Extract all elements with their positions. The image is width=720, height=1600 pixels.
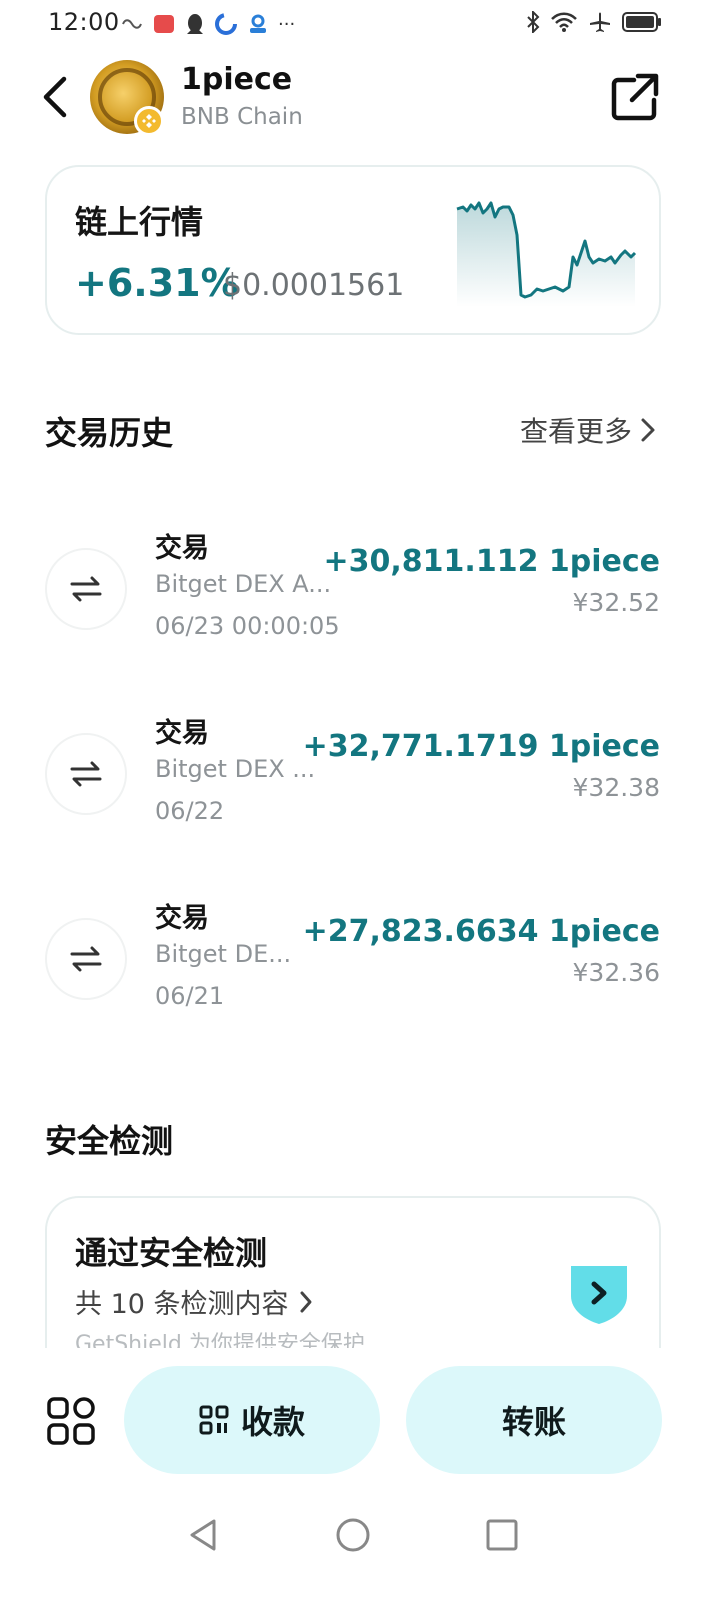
nav-recents-button[interactable] bbox=[477, 1510, 527, 1560]
token-price: $0.0001561 bbox=[223, 268, 405, 303]
back-button[interactable] bbox=[34, 74, 74, 120]
tx-amount: +30,811.112 1piece bbox=[323, 544, 660, 579]
receive-label: 收款 bbox=[240, 1403, 305, 1441]
app-badge-icon bbox=[154, 15, 174, 33]
tx-type: 交易 bbox=[155, 903, 209, 934]
chevron-left-icon bbox=[43, 76, 67, 118]
tx-amount: +32,771.1719 1piece bbox=[302, 729, 660, 764]
apps-grid-icon bbox=[47, 1397, 95, 1445]
see-more-link[interactable]: 查看更多 bbox=[520, 410, 656, 450]
more-icon: ··· bbox=[278, 13, 296, 35]
transaction-row[interactable]: 交易 Bitget DEX ... 06/22 +32,771.1719 1pi… bbox=[0, 718, 720, 865]
tx-fiat-value: ¥32.36 bbox=[572, 958, 660, 987]
receive-button[interactable]: 收款 bbox=[124, 1366, 380, 1474]
link-icon bbox=[122, 19, 142, 29]
wifi-icon bbox=[551, 12, 577, 32]
system-nav-bar bbox=[0, 1490, 720, 1600]
chevron-right-icon bbox=[300, 1291, 312, 1312]
security-provider-note: GetShield 为你提供安全保护 bbox=[75, 1332, 365, 1348]
tx-type: 交易 bbox=[155, 533, 209, 564]
market-title: 链上行情 bbox=[75, 203, 204, 241]
status-bar: 12:00 ··· bbox=[0, 0, 720, 46]
battery-icon bbox=[622, 12, 661, 32]
swap-icon bbox=[45, 918, 127, 1000]
security-card[interactable]: 通过安全检测 共 10 条检测内容 GetShield 为你提供安全保护 bbox=[45, 1196, 661, 1348]
notification-icons: ··· bbox=[120, 12, 295, 36]
transaction-row[interactable]: 交易 Bitget DEX A... 06/23 00:00:05 +30,81… bbox=[0, 533, 720, 680]
token-name: 1piece bbox=[181, 62, 293, 97]
apps-button[interactable] bbox=[46, 1396, 96, 1446]
tx-date: 06/22 bbox=[155, 797, 225, 825]
swap-icon bbox=[45, 733, 127, 815]
bluetooth-icon bbox=[527, 11, 540, 33]
tx-source: Bitget DE... bbox=[155, 940, 292, 968]
status-time: 12:00 bbox=[48, 8, 120, 36]
price-change: +6.31% bbox=[75, 261, 239, 305]
transfer-button[interactable]: 转账 bbox=[406, 1366, 662, 1474]
shield-icon bbox=[571, 1266, 627, 1324]
security-details-link[interactable]: 共 10 条检测内容 bbox=[75, 1282, 313, 1321]
circle-home-icon bbox=[336, 1518, 370, 1552]
tx-type: 交易 bbox=[155, 718, 209, 749]
security-card-title: 通过安全检测 bbox=[75, 1234, 268, 1272]
share-button[interactable] bbox=[608, 72, 664, 124]
qq-icon bbox=[187, 14, 203, 34]
tx-date: 06/23 00:00:05 bbox=[155, 612, 340, 640]
nav-back-button[interactable] bbox=[178, 1510, 228, 1560]
tx-amount: +27,823.6634 1piece bbox=[302, 914, 660, 949]
tx-source: Bitget DEX A... bbox=[155, 570, 332, 598]
triangle-back-icon bbox=[190, 1519, 216, 1551]
bnb-chain-badge-icon bbox=[134, 106, 164, 136]
airplane-icon bbox=[590, 12, 610, 32]
cloud-icon bbox=[250, 14, 266, 33]
security-count-label: 共 10 条检测内容 bbox=[75, 1289, 289, 1320]
market-card[interactable]: 链上行情 +6.31% $0.0001561 bbox=[45, 165, 661, 335]
see-more-label: 查看更多 bbox=[519, 415, 632, 448]
tx-date: 06/21 bbox=[155, 982, 225, 1010]
token-chain: BNB Chain bbox=[181, 104, 303, 130]
system-icons bbox=[526, 10, 662, 34]
share-external-icon bbox=[611, 73, 659, 121]
swap-icon bbox=[45, 548, 127, 630]
qr-code-icon bbox=[199, 1405, 229, 1435]
nav-home-button[interactable] bbox=[328, 1510, 378, 1560]
transfer-label: 转账 bbox=[501, 1403, 566, 1441]
tx-fiat-value: ¥32.38 bbox=[572, 773, 660, 802]
square-recents-icon bbox=[486, 1519, 518, 1551]
security-title: 安全检测 bbox=[45, 1122, 174, 1160]
transaction-row[interactable]: 交易 Bitget DE... 06/21 +27,823.6634 1piec… bbox=[0, 903, 720, 1050]
history-title: 交易历史 bbox=[45, 414, 174, 452]
chevron-right-icon bbox=[641, 418, 655, 442]
tx-fiat-value: ¥32.52 bbox=[572, 588, 660, 617]
price-sparkline bbox=[456, 201, 637, 307]
browser-icon bbox=[215, 13, 237, 35]
